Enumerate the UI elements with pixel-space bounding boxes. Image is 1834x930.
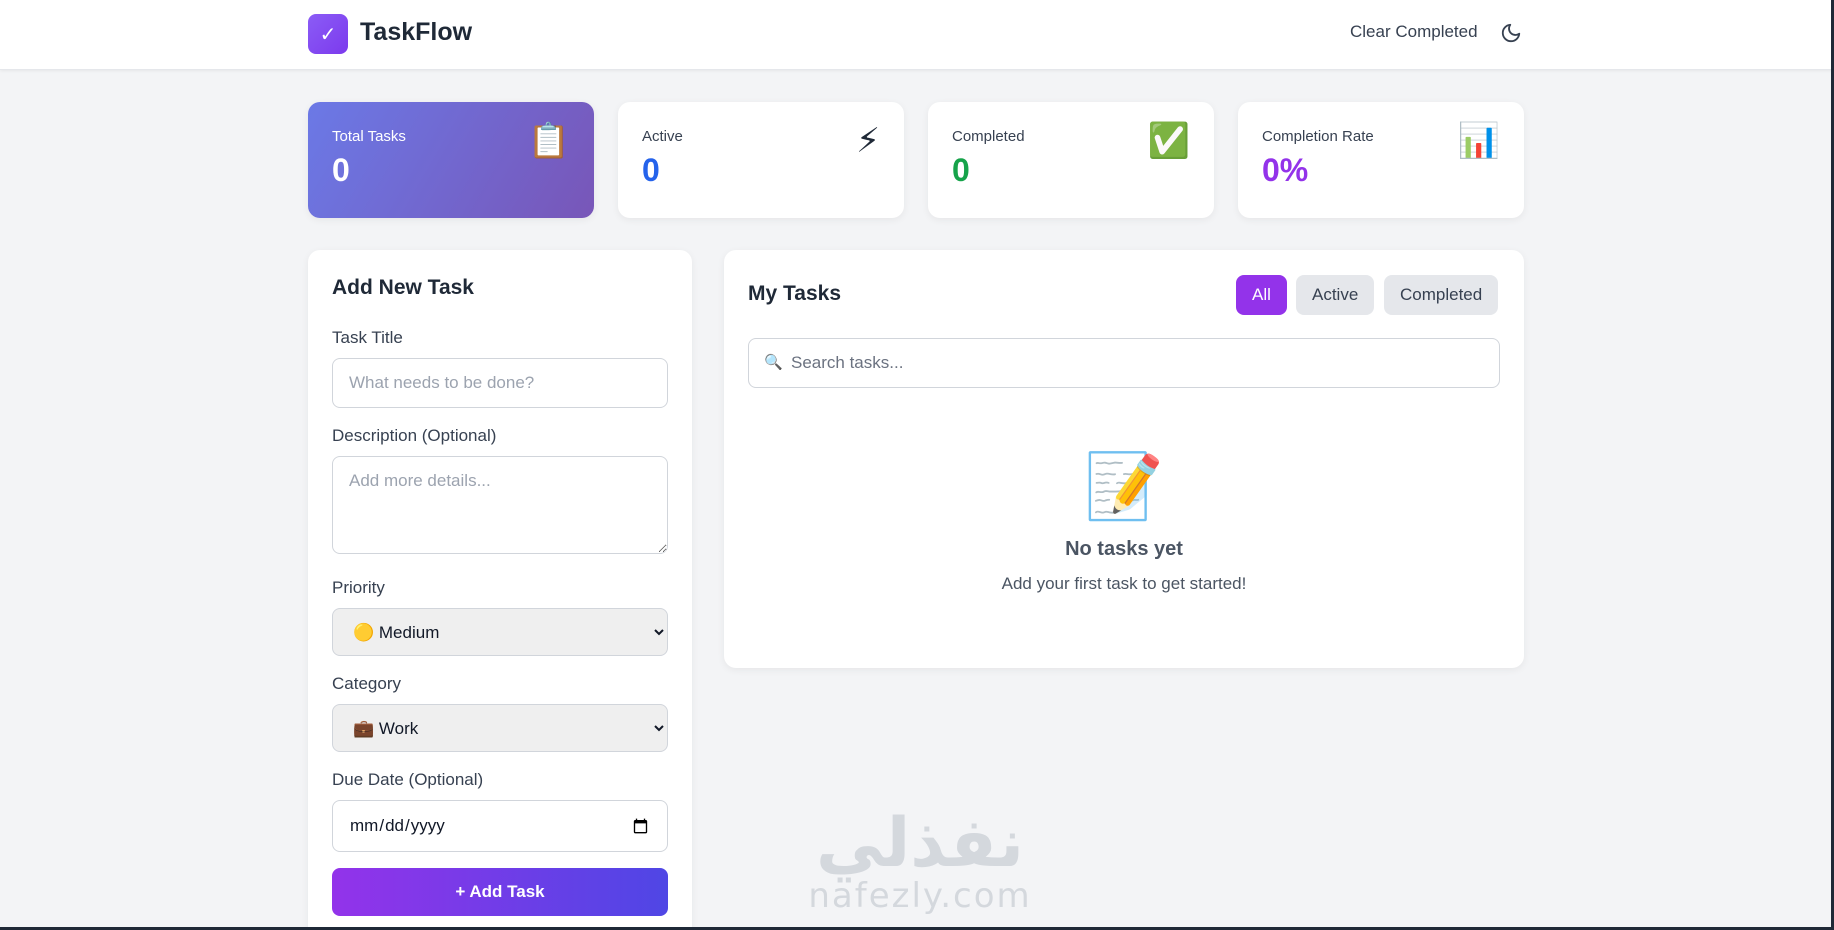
task-title-label: Task Title: [332, 328, 403, 347]
stat-card-total-tasks: Total Tasks 0 📋: [308, 102, 594, 218]
category-select[interactable]: 💼 Work: [332, 704, 668, 752]
bar-chart-icon: 📊: [1457, 122, 1500, 160]
due-date-label: Due Date (Optional): [332, 770, 484, 789]
add-task-title: Add New Task: [332, 276, 474, 299]
description-label: Description (Optional): [332, 426, 497, 445]
my-tasks-title: My Tasks: [748, 282, 841, 305]
task-title-input[interactable]: [332, 358, 668, 408]
category-label: Category: [332, 674, 401, 693]
stat-value: 0: [952, 152, 970, 188]
empty-state-title: No tasks yet: [1065, 538, 1183, 560]
watermark-latin: nafezly.com: [808, 876, 1032, 916]
filter-active-button[interactable]: Active: [1296, 275, 1375, 315]
priority-label: Priority: [332, 578, 385, 597]
app-title: TaskFlow: [360, 18, 473, 46]
check-mark-icon: ✅: [1147, 122, 1190, 160]
logo-check-icon: ✓: [308, 14, 348, 54]
my-tasks-panel: My Tasks All Active Completed 🔍 📝 No tas…: [724, 250, 1524, 668]
moon-icon: [1501, 23, 1521, 42]
stat-value: 0%: [1262, 152, 1309, 188]
due-date-input[interactable]: [332, 800, 668, 852]
stat-value: 0: [332, 152, 350, 188]
filter-all-button[interactable]: All: [1236, 275, 1287, 315]
memo-icon: 📝: [1084, 450, 1164, 522]
stat-label: Completed: [952, 128, 1025, 145]
stat-card-completed: Completed 0 ✅: [928, 102, 1214, 218]
stat-card-active: Active 0 ⚡: [618, 102, 904, 218]
lightning-icon: ⚡: [856, 122, 880, 160]
clipboard-icon: 📋: [527, 122, 570, 160]
stat-label: Active: [642, 128, 683, 145]
add-task-button[interactable]: + Add Task: [332, 868, 668, 916]
watermark-logo: نفذلي nafezly.com: [805, 804, 1035, 917]
clear-completed-button[interactable]: Clear Completed: [1350, 22, 1478, 42]
search-icon: 🔍: [764, 354, 783, 371]
description-textarea[interactable]: [332, 456, 668, 554]
watermark-arabic: نفذلي: [815, 804, 1025, 883]
theme-toggle-button[interactable]: [1498, 21, 1524, 47]
stat-label: Completion Rate: [1262, 128, 1374, 145]
stat-label: Total Tasks: [332, 128, 406, 145]
add-task-panel: Add New Task Task Title Description (Opt…: [308, 250, 692, 930]
app-header: ✓ TaskFlow Clear Completed: [0, 0, 1834, 70]
stat-card-completion-rate: Completion Rate 0% 📊: [1238, 102, 1524, 218]
filter-completed-button[interactable]: Completed: [1384, 275, 1499, 315]
stat-value: 0: [642, 152, 660, 188]
empty-state-subtitle: Add your first task to get started!: [1001, 574, 1247, 593]
search-input[interactable]: [748, 338, 1500, 388]
priority-select[interactable]: 🟡 Medium: [332, 608, 668, 656]
